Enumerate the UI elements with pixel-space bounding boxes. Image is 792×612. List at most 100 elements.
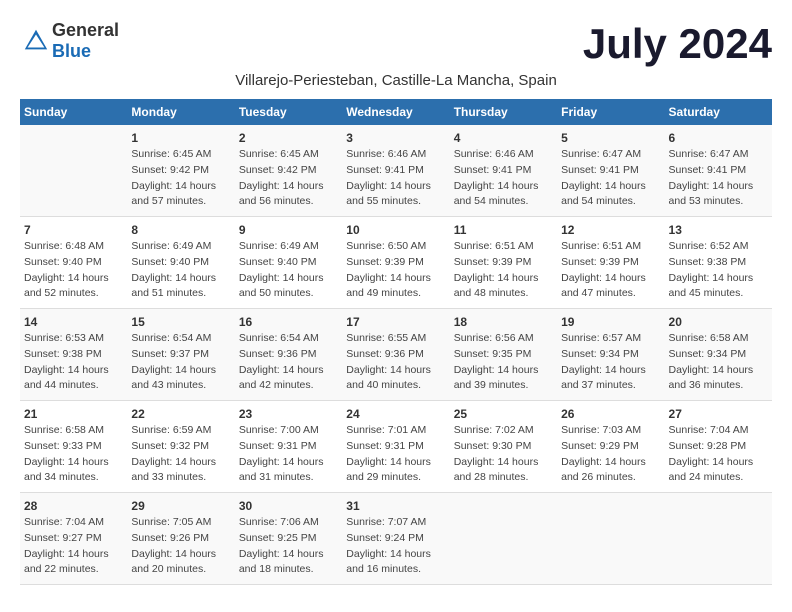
calendar-day-cell: 13Sunrise: 6:52 AM Sunset: 9:38 PM Dayli…	[665, 217, 772, 309]
day-number: 12	[561, 223, 660, 237]
day-info: Sunrise: 7:01 AM Sunset: 9:31 PM Dayligh…	[346, 423, 445, 486]
day-info: Sunrise: 6:49 AM Sunset: 9:40 PM Dayligh…	[131, 239, 230, 302]
calendar-day-cell: 7 Sunrise: 6:48 AM Sunset: 9:40 PM Daylig…	[20, 217, 127, 309]
day-number: 20	[669, 315, 768, 329]
calendar-day-cell: 29 Sunrise: 7:05 AM Sunset: 9:26 PM Dayli…	[127, 493, 234, 585]
day-number: 22	[131, 407, 230, 421]
column-header-thursday: Thursday	[450, 99, 557, 125]
day-number: 4	[454, 131, 553, 145]
calendar-day-cell: 19 Sunrise: 6:57 AM Sunset: 9:34 PM Dayli…	[557, 309, 664, 401]
day-number: 5	[561, 131, 660, 145]
calendar-week-row: 28 Sunrise: 7:04 AM Sunset: 9:27 PM Dayli…	[20, 493, 772, 585]
calendar-day-cell	[665, 493, 772, 585]
calendar-table: SundayMondayTuesdayWednesdayThursdayFrid…	[20, 99, 772, 585]
calendar-day-cell	[557, 493, 664, 585]
calendar-day-cell: 26 Sunrise: 7:03 AM Sunset: 9:29 PM Dayli…	[557, 401, 664, 493]
day-number: 24	[346, 407, 445, 421]
day-info: Sunrise: 7:05 AM Sunset: 9:26 PM Dayligh…	[131, 515, 230, 578]
day-info: Sunrise: 6:50 AM Sunset: 9:39 PM Dayligh…	[346, 239, 445, 302]
day-info: Sunrise: 6:58 AM Sunset: 9:33 PM Dayligh…	[24, 423, 123, 486]
calendar-day-cell: 12 Sunrise: 6:51 AM Sunset: 9:39 PM Dayli…	[557, 217, 664, 309]
calendar-week-row: 14Sunrise: 6:53 AM Sunset: 9:38 PM Dayli…	[20, 309, 772, 401]
day-number: 10	[346, 223, 445, 237]
day-info: Sunrise: 7:03 AM Sunset: 9:29 PM Dayligh…	[561, 423, 660, 486]
day-number: 27	[669, 407, 768, 421]
day-info: Sunrise: 6:54 AM Sunset: 9:37 PM Dayligh…	[131, 331, 230, 394]
day-number: 1	[131, 131, 230, 145]
day-number: 21	[24, 407, 123, 421]
day-info: Sunrise: 7:00 AM Sunset: 9:31 PM Dayligh…	[239, 423, 338, 486]
calendar-day-cell: 25 Sunrise: 7:02 AM Sunset: 9:30 PM Dayli…	[450, 401, 557, 493]
day-number: 29	[131, 499, 230, 513]
day-info: Sunrise: 6:51 AM Sunset: 9:39 PM Dayligh…	[561, 239, 660, 302]
day-info: Sunrise: 7:06 AM Sunset: 9:25 PM Dayligh…	[239, 515, 338, 578]
day-info: Sunrise: 6:58 AM Sunset: 9:34 PM Dayligh…	[669, 331, 768, 394]
column-header-sunday: Sunday	[20, 99, 127, 125]
day-number: 6	[669, 131, 768, 145]
column-header-monday: Monday	[127, 99, 234, 125]
calendar-header-row: SundayMondayTuesdayWednesdayThursdayFrid…	[20, 99, 772, 125]
day-info: Sunrise: 7:02 AM Sunset: 9:30 PM Dayligh…	[454, 423, 553, 486]
day-info: Sunrise: 6:46 AM Sunset: 9:41 PM Dayligh…	[454, 147, 553, 210]
calendar-day-cell: 6Sunrise: 6:47 AM Sunset: 9:41 PM Daylig…	[665, 125, 772, 217]
calendar-day-cell: 31 Sunrise: 7:07 AM Sunset: 9:24 PM Dayli…	[342, 493, 449, 585]
calendar-day-cell: 15 Sunrise: 6:54 AM Sunset: 9:37 PM Dayli…	[127, 309, 234, 401]
calendar-day-cell: 3Sunrise: 6:46 AM Sunset: 9:41 PM Daylig…	[342, 125, 449, 217]
day-info: Sunrise: 6:59 AM Sunset: 9:32 PM Dayligh…	[131, 423, 230, 486]
calendar-day-cell	[20, 125, 127, 217]
day-number: 17	[346, 315, 445, 329]
day-info: Sunrise: 6:48 AM Sunset: 9:40 PM Dayligh…	[24, 239, 123, 302]
column-header-wednesday: Wednesday	[342, 99, 449, 125]
calendar-day-cell: 5 Sunrise: 6:47 AM Sunset: 9:41 PM Daylig…	[557, 125, 664, 217]
calendar-day-cell: 30Sunrise: 7:06 AM Sunset: 9:25 PM Dayli…	[235, 493, 342, 585]
day-number: 25	[454, 407, 553, 421]
day-info: Sunrise: 6:45 AM Sunset: 9:42 PM Dayligh…	[239, 147, 338, 210]
calendar-day-cell	[450, 493, 557, 585]
calendar-day-cell: 18 Sunrise: 6:56 AM Sunset: 9:35 PM Dayli…	[450, 309, 557, 401]
day-info: Sunrise: 6:52 AM Sunset: 9:38 PM Dayligh…	[669, 239, 768, 302]
day-info: Sunrise: 6:57 AM Sunset: 9:34 PM Dayligh…	[561, 331, 660, 394]
day-info: Sunrise: 6:53 AM Sunset: 9:38 PM Dayligh…	[24, 331, 123, 394]
day-number: 3	[346, 131, 445, 145]
logo: General Blue	[20, 20, 119, 62]
calendar-day-cell: 27 Sunrise: 7:04 AM Sunset: 9:28 PM Dayli…	[665, 401, 772, 493]
day-info: Sunrise: 6:45 AM Sunset: 9:42 PM Dayligh…	[131, 147, 230, 210]
day-info: Sunrise: 7:04 AM Sunset: 9:27 PM Dayligh…	[24, 515, 123, 578]
calendar-day-cell: 1 Sunrise: 6:45 AM Sunset: 9:42 PM Daylig…	[127, 125, 234, 217]
column-header-tuesday: Tuesday	[235, 99, 342, 125]
calendar-day-cell: 9Sunrise: 6:49 AM Sunset: 9:40 PM Daylig…	[235, 217, 342, 309]
calendar-day-cell: 8Sunrise: 6:49 AM Sunset: 9:40 PM Daylig…	[127, 217, 234, 309]
calendar-day-cell: 24 Sunrise: 7:01 AM Sunset: 9:31 PM Dayli…	[342, 401, 449, 493]
logo-general: General	[52, 20, 119, 40]
day-info: Sunrise: 7:07 AM Sunset: 9:24 PM Dayligh…	[346, 515, 445, 578]
day-info: Sunrise: 6:56 AM Sunset: 9:35 PM Dayligh…	[454, 331, 553, 394]
column-header-saturday: Saturday	[665, 99, 772, 125]
calendar-day-cell: 2 Sunrise: 6:45 AM Sunset: 9:42 PM Daylig…	[235, 125, 342, 217]
day-number: 15	[131, 315, 230, 329]
calendar-day-cell: 20 Sunrise: 6:58 AM Sunset: 9:34 PM Dayli…	[665, 309, 772, 401]
day-info: Sunrise: 6:54 AM Sunset: 9:36 PM Dayligh…	[239, 331, 338, 394]
day-number: 26	[561, 407, 660, 421]
calendar-day-cell: 4 Sunrise: 6:46 AM Sunset: 9:41 PM Daylig…	[450, 125, 557, 217]
day-number: 23	[239, 407, 338, 421]
logo-blue: Blue	[52, 41, 91, 61]
calendar-day-cell: 23 Sunrise: 7:00 AM Sunset: 9:31 PM Dayli…	[235, 401, 342, 493]
calendar-day-cell: 11 Sunrise: 6:51 AM Sunset: 9:39 PM Dayli…	[450, 217, 557, 309]
calendar-week-row: 1 Sunrise: 6:45 AM Sunset: 9:42 PM Daylig…	[20, 125, 772, 217]
day-number: 31	[346, 499, 445, 513]
calendar-day-cell: 14Sunrise: 6:53 AM Sunset: 9:38 PM Dayli…	[20, 309, 127, 401]
day-number: 2	[239, 131, 338, 145]
day-info: Sunrise: 6:51 AM Sunset: 9:39 PM Dayligh…	[454, 239, 553, 302]
day-info: Sunrise: 7:04 AM Sunset: 9:28 PM Dayligh…	[669, 423, 768, 486]
calendar-day-cell: 10 Sunrise: 6:50 AM Sunset: 9:39 PM Dayli…	[342, 217, 449, 309]
day-number: 18	[454, 315, 553, 329]
calendar-day-cell: 28 Sunrise: 7:04 AM Sunset: 9:27 PM Dayli…	[20, 493, 127, 585]
calendar-week-row: 21 Sunrise: 6:58 AM Sunset: 9:33 PM Dayli…	[20, 401, 772, 493]
day-number: 7	[24, 223, 123, 237]
day-info: Sunrise: 6:47 AM Sunset: 9:41 PM Dayligh…	[561, 147, 660, 210]
calendar-day-cell: 16Sunrise: 6:54 AM Sunset: 9:36 PM Dayli…	[235, 309, 342, 401]
day-number: 28	[24, 499, 123, 513]
day-number: 11	[454, 223, 553, 237]
day-number: 19	[561, 315, 660, 329]
calendar-day-cell: 21 Sunrise: 6:58 AM Sunset: 9:33 PM Dayli…	[20, 401, 127, 493]
